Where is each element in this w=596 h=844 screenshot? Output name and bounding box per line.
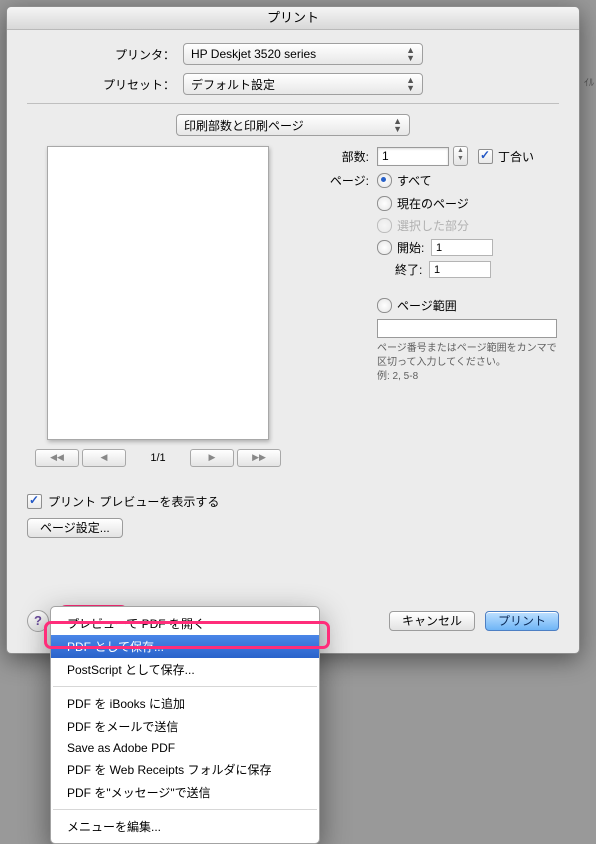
background-stub: ｲﾙ: [584, 74, 596, 89]
menu-edit-menu[interactable]: メニューを編集...: [51, 815, 319, 838]
pdf-dropdown-menu: プレビューで PDF を開く PDF として保存... PostScript と…: [50, 606, 320, 844]
pages-range-radio[interactable]: [377, 298, 392, 313]
preset-label: プリセット：: [27, 76, 183, 93]
range-help: ページ番号またはページ範囲をカンマで区切って入力してください。 例: 2, 5-…: [377, 342, 559, 384]
collate-checkbox[interactable]: [478, 149, 493, 164]
from-label: 開始:: [397, 239, 431, 256]
copies-input[interactable]: [377, 147, 449, 166]
range-input[interactable]: [377, 319, 557, 338]
pages-all-label: すべて: [397, 172, 432, 189]
from-input[interactable]: [431, 239, 493, 256]
page-indicator: 1/1: [150, 452, 165, 464]
collate-label: 丁合い: [498, 148, 534, 165]
preset-select[interactable]: デフォルト設定 ▲▼: [183, 73, 423, 95]
pages-all-radio[interactable]: [377, 173, 392, 188]
menu-save-as-pdf[interactable]: PDF として保存...: [51, 635, 319, 658]
to-label: 終了:: [395, 261, 429, 278]
printer-select[interactable]: HP Deskjet 3520 series ▲▼: [183, 43, 423, 65]
pages-label: ページ:: [317, 172, 369, 189]
last-page-button[interactable]: ▶▶: [237, 449, 281, 467]
copies-label: 部数:: [317, 148, 369, 165]
pages-selection-label: 選択した部分: [397, 217, 469, 234]
copies-stepper[interactable]: ▲▼: [453, 146, 468, 166]
to-input[interactable]: [429, 261, 491, 278]
menu-separator: [53, 686, 317, 687]
print-button[interactable]: プリント: [485, 611, 559, 631]
section-select[interactable]: 印刷部数と印刷ページ ▲▼: [176, 114, 410, 136]
show-preview-checkbox[interactable]: [27, 494, 42, 509]
show-preview-label: プリント プレビューを表示する: [48, 493, 219, 510]
updown-icon: ▲▼: [406, 76, 415, 92]
range-label: ページ範囲: [397, 297, 457, 314]
page-preview: [47, 146, 269, 440]
printer-value: HP Deskjet 3520 series: [191, 47, 316, 61]
printer-label: プリンタ：: [27, 46, 183, 63]
pages-current-label: 現在のページ: [397, 195, 469, 212]
page-setup-button[interactable]: ページ設定...: [27, 518, 123, 538]
pages-from-radio[interactable]: [377, 240, 392, 255]
window-title: プリント: [7, 7, 579, 30]
next-page-button[interactable]: ▶: [190, 449, 234, 467]
divider: [27, 103, 559, 104]
print-dialog: プリント プリンタ： HP Deskjet 3520 series ▲▼ プリセ…: [6, 6, 580, 654]
menu-add-to-ibooks[interactable]: PDF を iBooks に追加: [51, 692, 319, 715]
menu-save-as-adobe-pdf[interactable]: Save as Adobe PDF: [51, 738, 319, 758]
help-button[interactable]: ?: [27, 610, 49, 632]
updown-icon: ▲▼: [406, 46, 415, 62]
menu-separator: [53, 809, 317, 810]
prev-page-button[interactable]: ◀: [82, 449, 126, 467]
pages-current-radio[interactable]: [377, 196, 392, 211]
pages-selection-radio: [377, 218, 392, 233]
updown-icon: ▲▼: [393, 117, 402, 133]
menu-web-receipts[interactable]: PDF を Web Receipts フォルダに保存: [51, 758, 319, 781]
section-value: 印刷部数と印刷ページ: [184, 117, 304, 134]
menu-open-in-preview[interactable]: プレビューで PDF を開く: [51, 612, 319, 635]
menu-mail-pdf[interactable]: PDF をメールで送信: [51, 715, 319, 738]
first-page-button[interactable]: ◀◀: [35, 449, 79, 467]
menu-messages[interactable]: PDF を"メッセージ"で送信: [51, 781, 319, 804]
preset-value: デフォルト設定: [191, 76, 275, 93]
menu-save-as-postscript[interactable]: PostScript として保存...: [51, 658, 319, 681]
cancel-button[interactable]: キャンセル: [389, 611, 475, 631]
